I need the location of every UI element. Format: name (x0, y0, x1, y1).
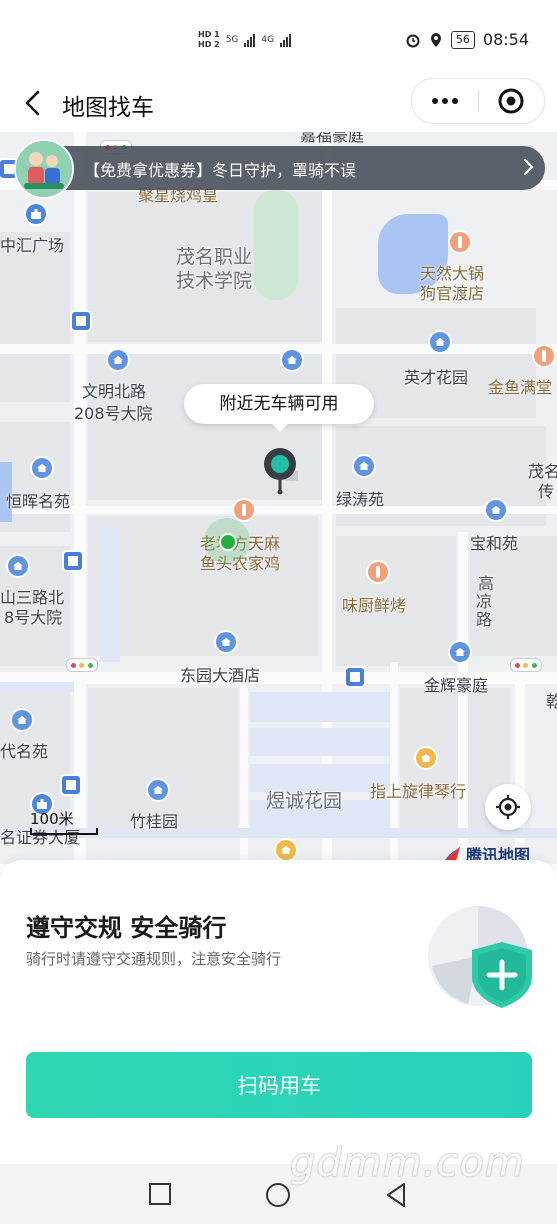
sim2-label: HD 2 (198, 40, 220, 49)
more-dots-icon[interactable] (412, 79, 478, 123)
map-label: 宝和苑 (470, 534, 519, 553)
residence-icon (486, 500, 506, 520)
map-view[interactable]: 嘉福豪庭 聚星烧鸡皇 中汇广场 茂名职业 技术学院 天然大锅 狗官渡店 文明北路… (0, 132, 557, 864)
promo-avatar (14, 139, 74, 199)
map-label: 路 (476, 610, 493, 629)
bus-stop-icon (346, 668, 364, 686)
page-title: 地图找车 (62, 95, 154, 121)
restaurant-icon (534, 346, 554, 366)
close-target-icon[interactable] (479, 79, 545, 123)
restaurant-icon (368, 562, 388, 582)
map-label: 中汇广场 (0, 236, 65, 255)
location-icon (430, 32, 441, 47)
map-label: 东园大酒店 (180, 666, 261, 685)
map-label: 英才花园 (404, 368, 469, 387)
battery-indicator: 56 (450, 30, 475, 49)
back-arrow-icon[interactable] (20, 88, 46, 118)
map-label: 狗官渡店 (420, 284, 485, 303)
safety-subtitle: 骑行时请遵守交通规则，注意安全骑行 (26, 950, 282, 968)
recenter-location-button[interactable] (485, 784, 531, 830)
map-label: 传 (538, 482, 555, 501)
signal-icon-2 (280, 33, 292, 47)
home-icon[interactable] (265, 1182, 291, 1208)
map-label: 煜诚花园 (266, 790, 343, 812)
mini-program-capsule (411, 78, 545, 124)
map-scale-bar (30, 828, 98, 835)
map-label: 味厨鲜烤 (342, 596, 407, 615)
watermark: gdmm.com (290, 1140, 525, 1186)
current-location-icon (204, 518, 250, 564)
alarm-icon (406, 34, 420, 47)
restaurant-icon (234, 500, 254, 520)
map-label: 乾 (546, 692, 557, 711)
residence-icon (354, 456, 374, 476)
traffic-light-icon (510, 658, 542, 672)
map-label: 恒晖名苑 (6, 492, 71, 511)
map-label: 茂名职业 (176, 246, 253, 268)
bus-stop-icon (64, 552, 82, 570)
map-label: 208号大院 (74, 404, 153, 423)
residence-icon (12, 710, 32, 730)
availability-callout: 附近无车辆可用 (184, 384, 374, 432)
map-label: 技术学院 (176, 270, 253, 292)
map-label: 金辉豪庭 (424, 676, 489, 695)
network-indicators: HD 1 HD 2 5G 4G (198, 30, 292, 50)
bus-stop-icon (72, 312, 90, 330)
map-label: 文明北路 (82, 382, 147, 401)
residence-icon (450, 642, 470, 662)
hotel-icon (216, 632, 236, 652)
map-label: 指上旋律琴行 (370, 782, 467, 801)
restaurant-icon (450, 232, 470, 252)
residence-icon (282, 350, 302, 370)
residence-icon (148, 780, 168, 800)
net1-label: 5G (225, 35, 239, 45)
school-icon (416, 748, 436, 768)
residence-icon (108, 350, 128, 370)
map-label: 代名苑 (0, 742, 49, 761)
map-label: 竹桂园 (130, 812, 179, 831)
traffic-light-icon (66, 658, 98, 672)
residence-icon (430, 332, 450, 352)
recent-apps-icon[interactable] (148, 1182, 172, 1206)
status-bar: HD 1 HD 2 5G 4G 56 08:54 (0, 0, 557, 76)
bottom-sheet: 遵守交规 安全骑行 骑行时请遵守交通规则，注意安全骑行 扫码用车 (0, 860, 557, 1164)
title-bar: 地图找车 (0, 76, 557, 132)
net2-label: 4G (261, 35, 275, 45)
sim1-label: HD 1 (198, 30, 220, 39)
bus-stop-icon (62, 776, 80, 794)
signal-icon (244, 33, 256, 47)
promo-text: 【免费拿优惠券】冬日守护，罩骑不误 (84, 161, 357, 180)
residence-icon (32, 458, 52, 478)
map-pin-icon (264, 448, 298, 495)
crosshair-icon (496, 795, 520, 819)
map-label: 金鱼满堂 (488, 378, 553, 397)
school-icon (276, 840, 296, 860)
map-label: 绿涛苑 (336, 490, 385, 509)
map-label: 8号大院 (4, 608, 63, 627)
clock: 08:54 (482, 30, 529, 49)
map-scale-label: 100米 (30, 810, 74, 828)
map-label: 嘉福豪庭 (300, 132, 365, 145)
safety-shield-icon (428, 906, 532, 1008)
building-icon (26, 204, 46, 224)
safety-title: 遵守交规 安全骑行 (26, 914, 227, 942)
promo-banner[interactable]: 【免费拿优惠券】冬日守护，罩骑不误 (14, 139, 545, 199)
residence-icon (8, 556, 28, 576)
chevron-right-icon (523, 158, 534, 176)
scan-to-ride-button[interactable]: 扫码用车 (26, 1052, 532, 1118)
